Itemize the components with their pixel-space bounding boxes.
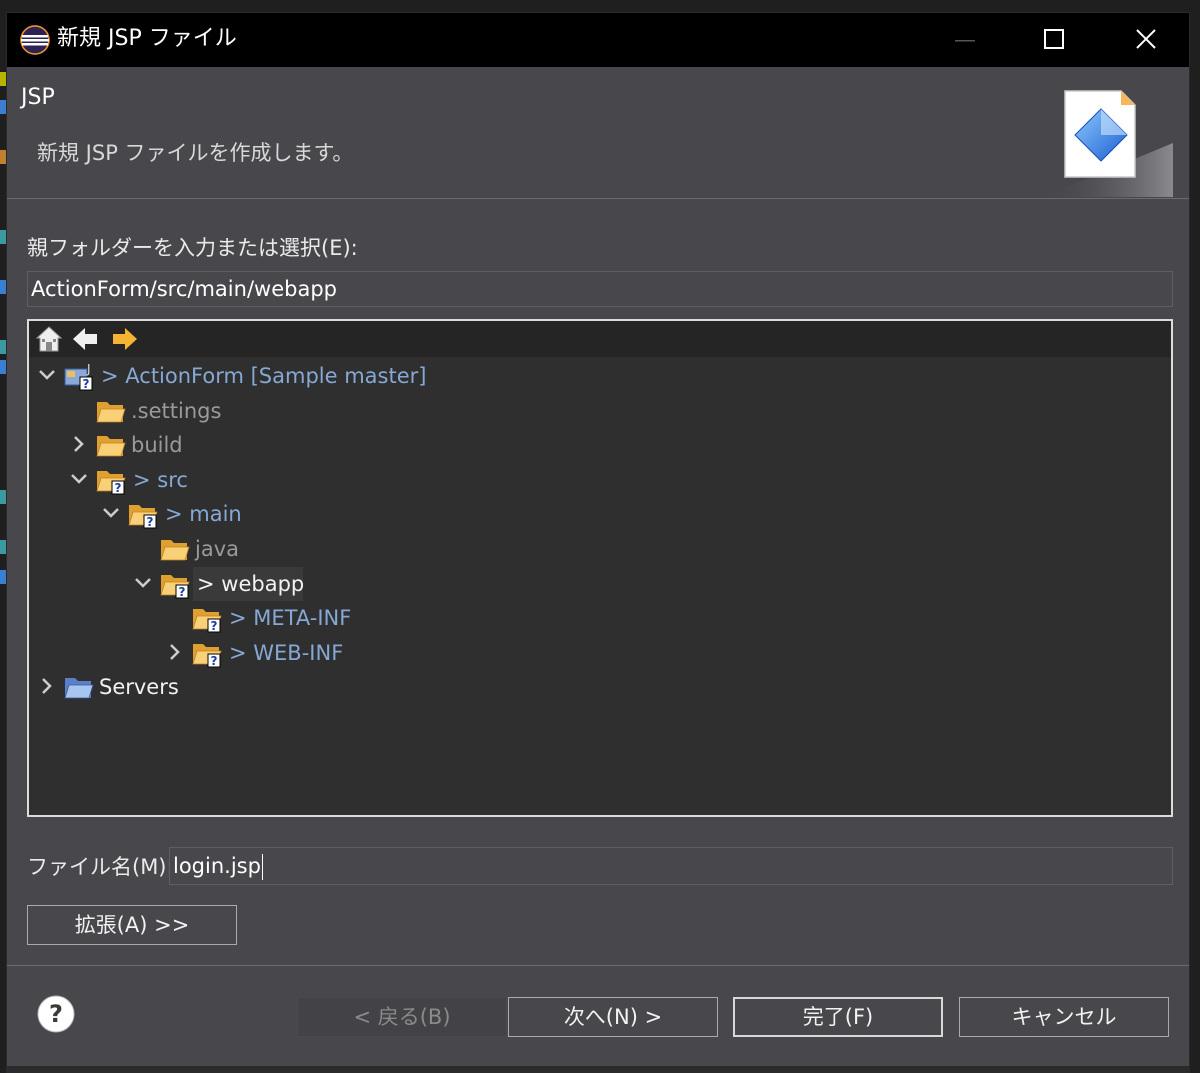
- tree-item-webapp[interactable]: ? > webapp: [29, 567, 1169, 601]
- chevron-right-icon[interactable]: [69, 434, 89, 454]
- file-name-value: login.jsp: [173, 854, 261, 878]
- folder-open-icon: [96, 436, 126, 457]
- tree-item-label: .settings: [131, 399, 222, 423]
- forward-arrow-icon[interactable]: [111, 325, 139, 353]
- chevron-down-icon[interactable]: [101, 503, 121, 523]
- tree-item-meta-inf[interactable]: ? > META-INF: [29, 601, 1169, 635]
- tree-item-web-inf[interactable]: ? > WEB-INF: [29, 636, 1169, 670]
- finish-button[interactable]: 完了(F): [733, 997, 943, 1037]
- text-cursor: [261, 854, 263, 880]
- eclipse-icon: [20, 25, 50, 55]
- tree-item-label: Servers: [99, 675, 179, 699]
- tree-item-label: java: [195, 537, 239, 561]
- advanced-button[interactable]: 拡張(A) >>: [27, 905, 237, 945]
- jsp-file-wizard-icon: [1043, 90, 1173, 197]
- tree-toolbar: [29, 321, 1171, 357]
- help-icon[interactable]: ?: [37, 995, 75, 1033]
- chevron-right-icon[interactable]: [37, 676, 57, 696]
- background-right-strip: [1190, 0, 1200, 1073]
- svg-text:?: ?: [147, 515, 154, 529]
- svg-text:?: ?: [83, 377, 90, 391]
- svg-text:?: ?: [211, 619, 218, 633]
- tree-item-servers[interactable]: Servers: [29, 670, 1169, 704]
- wizard-title: JSP: [21, 85, 55, 110]
- svg-text:J: J: [86, 362, 91, 376]
- tree-item-java[interactable]: java: [29, 532, 1169, 566]
- wizard-description: 新規 JSP ファイルを作成します。: [37, 141, 354, 165]
- tree-item-label: > META-INF: [229, 606, 352, 630]
- maximize-icon[interactable]: [1017, 13, 1089, 67]
- window-title: 新規 JSP ファイル: [57, 26, 237, 51]
- tree-item-build[interactable]: build: [29, 428, 1169, 462]
- folder-open-icon: [160, 540, 190, 561]
- tree-item-actionform[interactable]: J ? > ActionForm [Sample master]: [29, 359, 1169, 393]
- tree-item-main[interactable]: ? > main: [29, 497, 1169, 531]
- folder-unversioned-icon: ?: [96, 471, 126, 495]
- project-icon: J ?: [64, 362, 93, 391]
- chevron-right-icon[interactable]: [165, 642, 185, 662]
- tree-item-label: > webapp: [197, 572, 305, 596]
- back-button[interactable]: < 戻る(B): [297, 997, 507, 1037]
- tree-item-label: > WEB-INF: [229, 641, 344, 665]
- tree-item-label: build: [131, 433, 183, 457]
- new-jsp-file-dialog: 新規 JSP ファイル JSP 新規 JSP ファイルを作成します。 親フォルダ…: [6, 12, 1190, 1067]
- parent-folder-input[interactable]: ActionForm/src/main/webapp: [27, 271, 1173, 307]
- tree-item-label: > main: [165, 502, 242, 526]
- next-button[interactable]: 次へ(N) >: [508, 997, 718, 1037]
- parent-folder-label: 親フォルダーを入力または選択(E):: [27, 236, 358, 260]
- footer-separator: [7, 965, 1189, 966]
- title-bar: 新規 JSP ファイル: [7, 13, 1189, 67]
- folder-unversioned-icon: ?: [192, 609, 222, 633]
- folder-tree[interactable]: J ? > ActionForm [Sample master] .settin…: [27, 319, 1173, 817]
- wizard-header: JSP 新規 JSP ファイルを作成します。: [7, 67, 1189, 199]
- svg-text:?: ?: [211, 654, 218, 668]
- close-icon[interactable]: [1109, 13, 1181, 67]
- svg-text:?: ?: [179, 585, 186, 599]
- tree-item-src[interactable]: ? > src: [29, 463, 1169, 497]
- tree-item-label: > src: [133, 468, 188, 492]
- back-arrow-icon[interactable]: [71, 325, 99, 353]
- svg-text:?: ?: [49, 1000, 63, 1028]
- file-name-label: ファイル名(M):: [27, 855, 174, 879]
- file-name-input[interactable]: login.jsp: [169, 847, 1173, 885]
- background-top: [0, 0, 1200, 12]
- servers-folder-icon: [64, 678, 94, 699]
- svg-text:?: ?: [115, 481, 122, 495]
- cancel-button[interactable]: キャンセル: [959, 997, 1169, 1037]
- chevron-down-icon[interactable]: [69, 469, 89, 489]
- folder-unversioned-icon: ?: [128, 505, 158, 529]
- chevron-down-icon[interactable]: [37, 365, 57, 385]
- home-icon[interactable]: [35, 325, 63, 353]
- folder-unversioned-icon: ?: [160, 575, 190, 599]
- folder-open-icon: [96, 402, 126, 423]
- chevron-down-icon[interactable]: [133, 573, 153, 593]
- tree-item-label: > ActionForm [Sample master]: [101, 364, 427, 388]
- tree-item-settings[interactable]: .settings: [29, 394, 1169, 428]
- folder-unversioned-icon: ?: [192, 644, 222, 668]
- minimize-icon[interactable]: [927, 13, 999, 67]
